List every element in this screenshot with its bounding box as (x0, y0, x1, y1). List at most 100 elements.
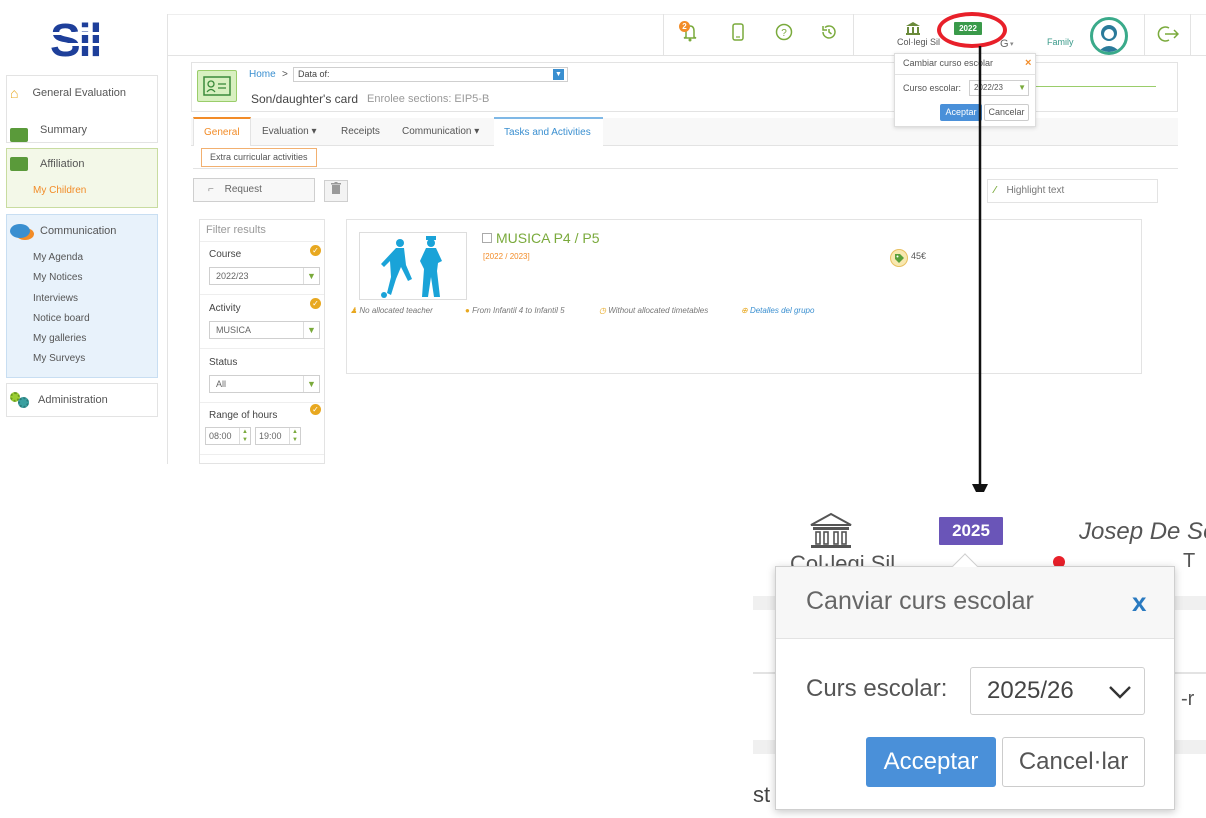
topbar-separator (1144, 14, 1145, 56)
breadcrumb-separator: > (282, 69, 288, 80)
dropdown-arrow-icon: ▼ (303, 376, 319, 392)
activity-years: [2022 / 2023] (483, 252, 530, 261)
school-building-icon (905, 21, 921, 35)
sidebar-item-my-surveys[interactable]: My Surveys (33, 353, 85, 364)
filter-divider (200, 348, 324, 349)
tab-receipts[interactable]: Receipts (331, 118, 390, 146)
zoom-accept-button[interactable]: Acceptar (866, 737, 996, 787)
hour-from-stepper[interactable]: 08:00 ▲ ▼ (205, 427, 251, 445)
filter-divider (200, 402, 324, 403)
card-subtitle: Enrolee sections: EIP5-B (367, 93, 490, 105)
topbar-separator (853, 14, 854, 56)
chevron-down-icon (1109, 686, 1131, 699)
topbar-separator (663, 14, 664, 56)
group-details-link[interactable]: ⊕ Detalles del grupo (741, 306, 814, 315)
zoom-popup-title: Canviar curs escolar (806, 587, 1034, 615)
history-icon[interactable] (819, 22, 839, 42)
svg-text:?: ? (781, 28, 787, 39)
activity-select[interactable]: MUSICA ▼ (209, 321, 320, 339)
folder-icon (10, 157, 28, 171)
gears-icon (10, 392, 30, 408)
person-icon: ♟ (350, 306, 358, 315)
hour-to-stepper[interactable]: 19:00 ▲ ▼ (255, 427, 301, 445)
course-select[interactable]: 2022/23 ▼ (209, 267, 320, 285)
popup-divider (895, 74, 1035, 75)
tab-tasks-and-activities[interactable]: Tasks and Activities (494, 117, 603, 146)
trash-icon[interactable] (324, 180, 348, 202)
zoom-cancel-button[interactable]: Cancel·lar (1002, 737, 1145, 787)
school-name[interactable]: Col·legi Sil (897, 37, 940, 47)
smiley-icon: ● (465, 306, 470, 315)
sidebar-item-affiliation[interactable]: Affiliation (10, 157, 84, 171)
sidebar-item-notice-board[interactable]: Notice board (33, 313, 90, 324)
stepper-arrows-icon: ▲ ▼ (239, 428, 250, 444)
id-card-icon (197, 70, 237, 102)
close-icon[interactable]: × (1025, 57, 1031, 69)
highlight-ring (937, 12, 1007, 48)
text-fragment: st (753, 782, 771, 807)
sidebar-item-my-children[interactable]: My Children (33, 185, 86, 196)
sidebar-item-summary[interactable]: Summary (10, 118, 87, 142)
tab-general[interactable]: General (193, 117, 251, 146)
logout-icon[interactable] (1157, 24, 1180, 44)
child-selector[interactable]: Data of: ▼ (293, 67, 568, 82)
avatar[interactable] (1090, 17, 1128, 55)
highlight-text-button[interactable]: ⁄ Highlight text (987, 179, 1158, 203)
activity-title[interactable]: MUSICA P4 / P5 (496, 230, 599, 246)
status-select[interactable]: All ▼ (209, 375, 320, 393)
tab-communication[interactable]: Communication ▾ (392, 118, 489, 146)
zoomed-detail-panel: Col·legi Sil 2025 Josep De So T -r st Ca… (753, 492, 1206, 818)
check-icon: ✓ (310, 404, 321, 415)
zoom-change-course-popup: Canviar curs escolar x Curs escolar: 202… (775, 553, 1175, 810)
main-screenshot: Sil ⌂ General Evaluation Summary Affilia… (0, 0, 1206, 464)
school-building-icon (809, 512, 853, 550)
sidebar-item-my-notices[interactable]: My Notices (33, 272, 82, 283)
clock-icon: ◷ (599, 306, 606, 315)
zoom-course-select[interactable]: 2025/26 (970, 667, 1145, 715)
pencil-icon: ⌐ (208, 184, 214, 195)
house-icon: ⌂ (10, 85, 19, 101)
stepper-arrows-icon: ▲ ▼ (289, 428, 300, 444)
status-label: Status (209, 357, 238, 368)
check-icon: ✓ (310, 298, 321, 309)
hours-label: Range of hours (209, 410, 278, 421)
sil-logo[interactable]: Sil (50, 14, 120, 66)
user-name-partial[interactable]: Josep De So (1079, 518, 1206, 546)
tab-evaluation[interactable]: Evaluation ▾ (252, 118, 327, 146)
topbar-separator (1190, 14, 1191, 56)
activity-price: 45€ (911, 251, 927, 261)
dropdown-arrow-icon: ▼ (303, 322, 319, 338)
zoom-year-badge[interactable]: 2025 (939, 517, 1003, 545)
sidebar-item-general-evaluation[interactable]: ⌂ General Evaluation (10, 85, 126, 101)
course-label: Course (209, 249, 242, 260)
filter-divider (200, 454, 324, 455)
chevron-down-icon[interactable]: ▾ (1010, 40, 1014, 48)
text-fragment: T (1183, 550, 1196, 572)
family-role-label: Family (1047, 37, 1074, 47)
activity-checkbox[interactable] (482, 233, 492, 243)
check-icon: ✓ (310, 245, 321, 256)
breadcrumb-home[interactable]: Home (249, 69, 276, 80)
sidebar-divider (167, 14, 168, 464)
popup-course-label: Curso escolar: (903, 83, 962, 93)
sidebar-item-interviews[interactable]: Interviews (33, 293, 78, 304)
sidebar-item-administration[interactable]: Administration (10, 392, 108, 408)
user-initial[interactable]: G (1000, 38, 1009, 50)
dropdown-arrow-icon: ▼ (303, 268, 319, 284)
levels-info: ● From Infantil 4 to Infantil 5 (465, 306, 565, 315)
chat-bubble-icon (10, 224, 30, 238)
close-icon[interactable]: x (1132, 587, 1146, 618)
sidebar-item-communication[interactable]: Communication (10, 224, 116, 238)
dropdown-arrow-icon: ▼ (1018, 83, 1026, 92)
notification-count-badge: 2 (679, 21, 690, 32)
filter-divider (200, 294, 324, 295)
dropdown-arrow-icon: ▼ (553, 69, 564, 80)
help-icon[interactable]: ? (774, 22, 794, 42)
subtab-extracurricular[interactable]: Extra curricular activities (201, 148, 317, 167)
sidebar-item-my-galleries[interactable]: My galleries (33, 333, 86, 344)
activity-label: Activity (209, 303, 241, 314)
sidebar-item-my-agenda[interactable]: My Agenda (33, 252, 83, 263)
mobile-device-icon[interactable] (728, 22, 748, 42)
request-button[interactable]: ⌐ Request (193, 178, 315, 202)
callout-arrow (972, 46, 988, 500)
